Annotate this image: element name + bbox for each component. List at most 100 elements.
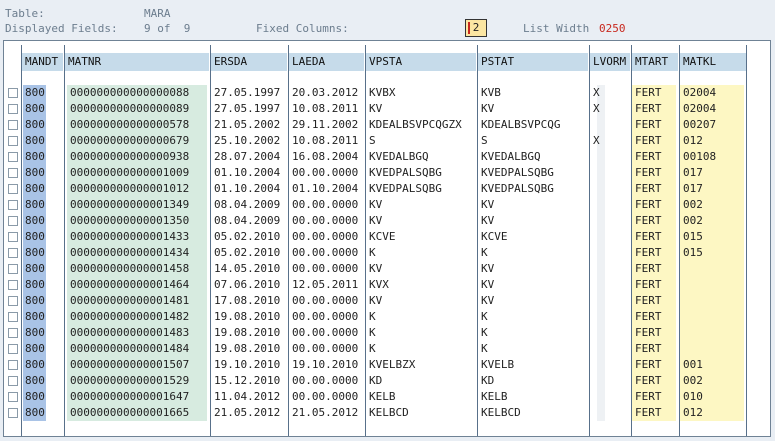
cell-matkl[interactable] [680,309,744,325]
cell-ersda[interactable]: 05.02.2010 [211,229,287,245]
cell-laeda[interactable]: 00.00.0000 [289,341,364,357]
cell-ersda[interactable]: 19.08.2010 [211,309,287,325]
cell-matkl[interactable]: 017 [680,165,744,181]
cell-laeda[interactable]: 29.11.2002 [289,117,364,133]
row-select-checkbox[interactable] [8,360,18,370]
cell-lvorm[interactable] [590,341,630,357]
row-select-checkbox[interactable] [8,88,18,98]
cell-vpsta[interactable]: KVX [366,277,476,293]
cell-matnr[interactable]: 000000000000001464 [67,277,207,293]
row-select-checkbox[interactable] [8,248,18,258]
cell-ersda[interactable]: 05.02.2010 [211,245,287,261]
cell-mandt[interactable]: 800 [23,181,46,197]
cell-matnr[interactable]: 000000000000001012 [67,181,207,197]
cell-laeda[interactable]: 19.10.2010 [289,357,364,373]
cell-laeda[interactable]: 01.10.2004 [289,181,364,197]
cell-lvorm[interactable] [590,405,630,421]
cell-mtart[interactable]: FERT [632,133,676,149]
cell-pstat[interactable]: K [478,325,588,341]
cell-pstat[interactable]: KV [478,261,588,277]
cell-matkl[interactable]: 017 [680,181,744,197]
cell-lvorm[interactable]: X [590,133,630,149]
row-select-checkbox[interactable] [8,104,18,114]
cell-ersda[interactable]: 01.10.2004 [211,165,287,181]
row-select-checkbox[interactable] [8,216,18,226]
column-header-ersda[interactable]: ERSDA [211,53,287,71]
cell-lvorm[interactable] [590,213,630,229]
cell-vpsta[interactable]: S [366,133,476,149]
cell-lvorm[interactable] [590,165,630,181]
cell-laeda[interactable]: 00.00.0000 [289,229,364,245]
cell-mandt[interactable]: 800 [23,133,46,149]
cell-matnr[interactable]: 000000000000001483 [67,325,207,341]
cell-matkl[interactable]: 012 [680,133,744,149]
cell-ersda[interactable]: 11.04.2012 [211,389,287,405]
cell-mandt[interactable]: 800 [23,277,46,293]
cell-pstat[interactable]: KVB [478,85,588,101]
cell-ersda[interactable]: 19.08.2010 [211,325,287,341]
cell-matnr[interactable]: 000000000000000679 [67,133,207,149]
cell-matkl[interactable]: 02004 [680,101,744,117]
cell-pstat[interactable]: KV [478,293,588,309]
cell-pstat[interactable]: KELBCD [478,405,588,421]
column-header-matnr[interactable]: MATNR [65,53,209,71]
cell-matnr[interactable]: 000000000000001484 [67,341,207,357]
cell-vpsta[interactable]: KVEDPALSQBG [366,165,476,181]
cell-lvorm[interactable] [590,117,630,133]
cell-ersda[interactable]: 28.07.2004 [211,149,287,165]
cell-mtart[interactable]: FERT [632,325,676,341]
cell-matnr[interactable]: 000000000000001458 [67,261,207,277]
cell-matnr[interactable]: 000000000000000089 [67,101,207,117]
cell-laeda[interactable]: 00.00.0000 [289,309,364,325]
cell-vpsta[interactable]: K [366,341,476,357]
cell-ersda[interactable]: 15.12.2010 [211,373,287,389]
row-select-checkbox[interactable] [8,264,18,274]
cell-lvorm[interactable]: X [590,101,630,117]
cell-matkl[interactable]: 002 [680,213,744,229]
cell-mandt[interactable]: 800 [23,229,46,245]
cell-mtart[interactable]: FERT [632,229,676,245]
row-select-checkbox[interactable] [8,152,18,162]
cell-mtart[interactable]: FERT [632,277,676,293]
cell-matnr[interactable]: 000000000000001647 [67,389,207,405]
row-select-checkbox[interactable] [8,376,18,386]
cell-ersda[interactable]: 27.05.1997 [211,85,287,101]
cell-ersda[interactable]: 19.08.2010 [211,341,287,357]
cell-matnr[interactable]: 000000000000000088 [67,85,207,101]
cell-lvorm[interactable] [590,309,630,325]
row-select-checkbox[interactable] [8,392,18,402]
cell-pstat[interactable]: KVEDALBGQ [478,149,588,165]
cell-ersda[interactable]: 21.05.2012 [211,405,287,421]
cell-mtart[interactable]: FERT [632,245,676,261]
cell-matnr[interactable]: 000000000000001481 [67,293,207,309]
cell-matnr[interactable]: 000000000000001433 [67,229,207,245]
cell-matkl[interactable]: 010 [680,389,744,405]
cell-laeda[interactable]: 00.00.0000 [289,293,364,309]
cell-pstat[interactable]: KVELB [478,357,588,373]
cell-matkl[interactable]: 00108 [680,149,744,165]
cell-mtart[interactable]: FERT [632,213,676,229]
cell-laeda[interactable]: 00.00.0000 [289,197,364,213]
row-select-checkbox[interactable] [8,296,18,306]
cell-lvorm[interactable] [590,149,630,165]
cell-laeda[interactable]: 00.00.0000 [289,325,364,341]
cell-matnr[interactable]: 000000000000000938 [67,149,207,165]
cell-laeda[interactable]: 00.00.0000 [289,165,364,181]
row-select-checkbox[interactable] [8,200,18,210]
cell-laeda[interactable]: 10.08.2011 [289,133,364,149]
cell-mtart[interactable]: FERT [632,405,676,421]
cell-lvorm[interactable] [590,245,630,261]
cell-mtart[interactable]: FERT [632,181,676,197]
cell-matkl[interactable]: 00207 [680,117,744,133]
row-select-checkbox[interactable] [8,168,18,178]
cell-mtart[interactable]: FERT [632,85,676,101]
cell-mandt[interactable]: 800 [23,165,46,181]
row-select-checkbox[interactable] [8,344,18,354]
cell-matnr[interactable]: 000000000000000578 [67,117,207,133]
cell-ersda[interactable]: 25.10.2002 [211,133,287,149]
cell-mtart[interactable]: FERT [632,309,676,325]
row-select-checkbox[interactable] [8,136,18,146]
cell-mtart[interactable]: FERT [632,149,676,165]
cell-matnr[interactable]: 000000000000001482 [67,309,207,325]
cell-matnr[interactable]: 000000000000001349 [67,197,207,213]
